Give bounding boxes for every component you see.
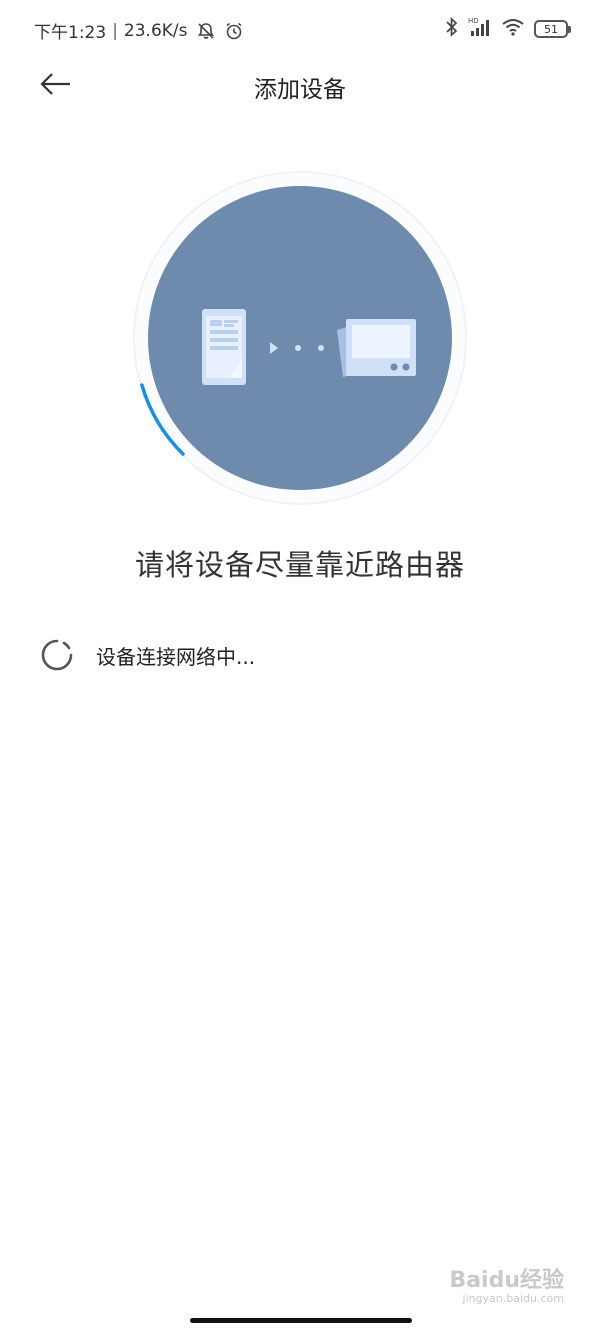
battery-icon: 51: [534, 20, 571, 38]
phone-icon: [202, 309, 246, 385]
page-title: 添加设备: [254, 77, 346, 103]
signal-icon: HD: [468, 16, 492, 42]
status-bar-left: 下午1:23 | 23.6K/s: [34, 18, 244, 43]
hd-label: HD: [468, 17, 479, 25]
network-speed: 23.6K/s: [123, 20, 188, 41]
alarm-icon: [224, 21, 244, 41]
app-header: 添加设备: [0, 58, 600, 114]
dot: [318, 345, 324, 351]
battery-level: 51: [544, 22, 558, 36]
clock: 下午1:23: [34, 23, 107, 43]
pairing-illustration: [132, 170, 468, 506]
connection-status: 设备连接网络中...: [40, 638, 255, 672]
watermark: Baidu经验 jingyan.baidu.com: [449, 1267, 564, 1305]
watermark-url: jingyan.baidu.com: [462, 1291, 564, 1305]
home-indicator[interactable]: [190, 1318, 412, 1323]
bell-off-icon: [196, 21, 216, 41]
add-device-screen: 下午1:23 | 23.6K/s HD 51 添加设备 请将设备尽量靠近路由器 …: [0, 0, 600, 1333]
router-icon: [337, 319, 416, 377]
loading-spinner-icon: [40, 638, 74, 672]
status-bar: 下午1:23 | 23.6K/s HD 51: [0, 0, 600, 58]
status-bar-right: HD 51: [445, 16, 571, 42]
wifi-icon: [501, 17, 525, 41]
status-text: 设备连接网络中...: [96, 644, 256, 669]
dot: [295, 345, 301, 351]
bluetooth-icon: [445, 16, 459, 42]
watermark-brand: Baidu经验: [449, 1267, 564, 1293]
instruction-headline: 请将设备尽量靠近路由器: [134, 548, 465, 582]
status-separator: |: [112, 20, 118, 41]
